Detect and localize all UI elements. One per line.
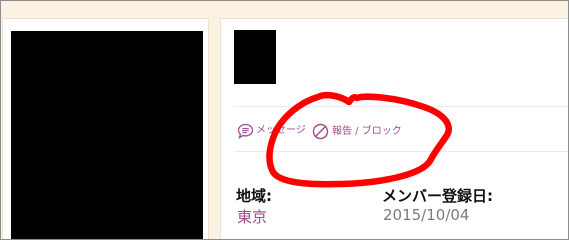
message-link-label: メッセージ [256, 125, 306, 136]
region-label: 地域: [236, 187, 272, 205]
profile-panel: メッセージ 報告 / ブロック 地域: 東京 メンバー登録日: 2015/10/… [220, 18, 568, 239]
prohibited-icon [312, 123, 329, 140]
divider [234, 106, 568, 107]
message-link[interactable]: メッセージ [237, 123, 306, 139]
member-since-label: メンバー登録日: [382, 187, 493, 205]
redacted-avatar [234, 30, 276, 84]
chat-bubble-icon [237, 123, 254, 139]
report-block-link-label: 報告 / ブロック [332, 125, 402, 137]
region-value-link[interactable]: 東京 [237, 206, 267, 227]
screenshot-frame: メッセージ 報告 / ブロック 地域: 東京 メンバー登録日: 2015/10/… [0, 0, 569, 240]
photo-panel [2, 18, 209, 239]
divider [234, 151, 568, 152]
member-since-value: 2015/10/04 [383, 206, 470, 224]
report-block-link[interactable]: 報告 / ブロック [312, 123, 402, 140]
redacted-photo [11, 31, 203, 239]
